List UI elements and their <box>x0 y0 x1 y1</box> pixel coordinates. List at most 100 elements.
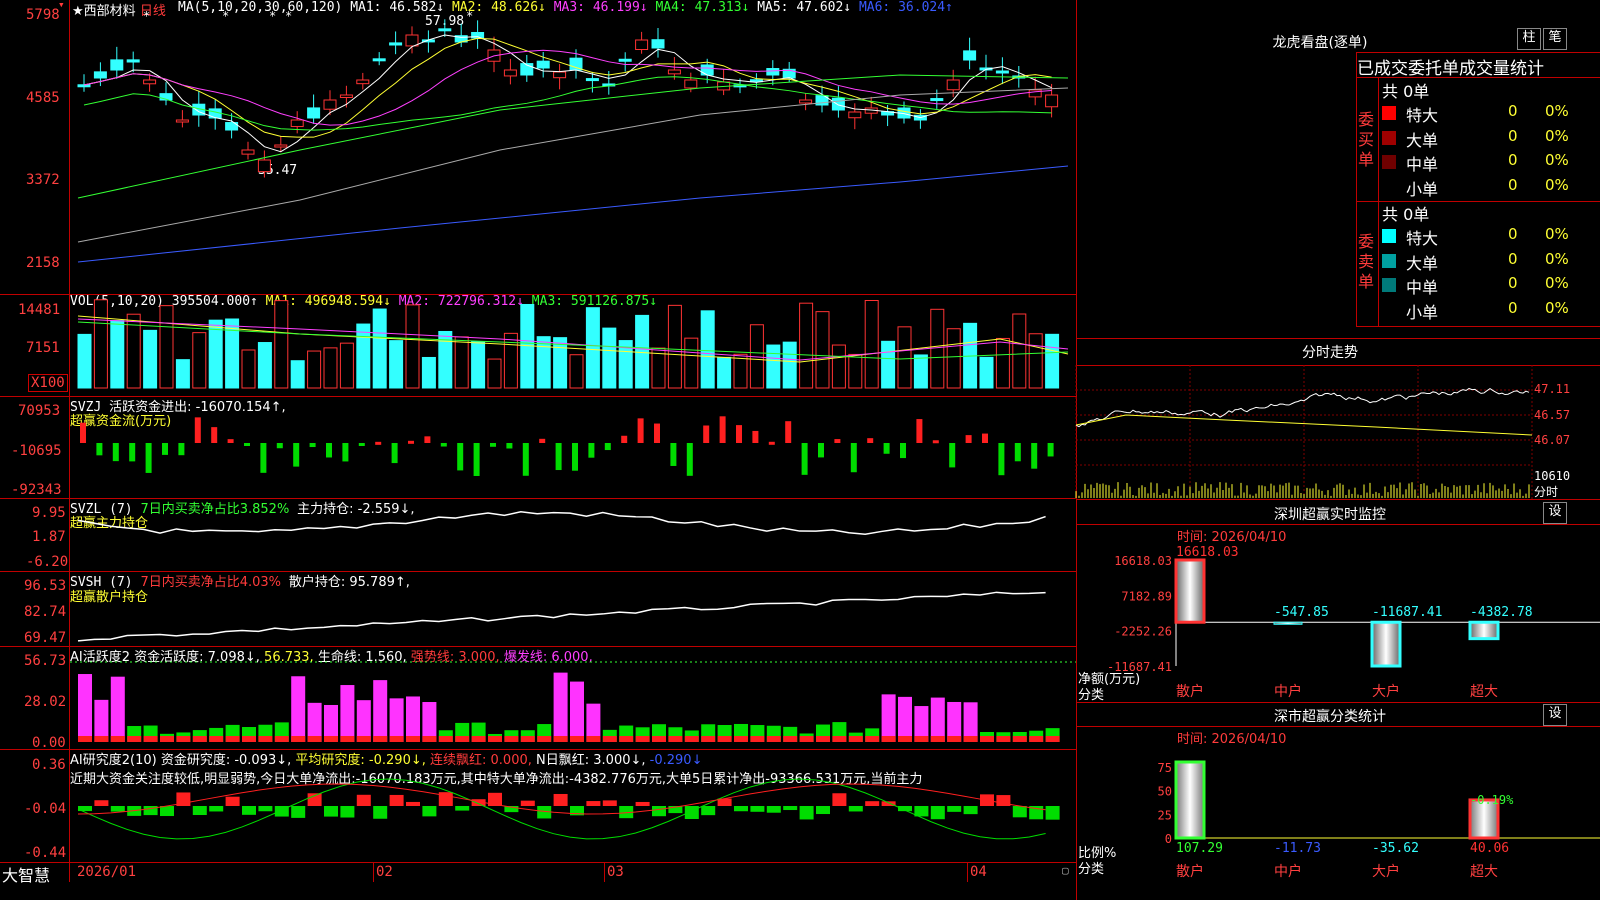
research-bar <box>438 792 453 806</box>
buy-row-pct: 0% <box>1545 102 1569 120</box>
flow-bar <box>96 443 103 456</box>
activity-bar <box>78 674 92 742</box>
sz-stats-category: 超大 <box>1470 864 1498 880</box>
sz-monitor-bar <box>1468 620 1500 641</box>
sz-monitor-bar <box>1174 558 1206 624</box>
flow-bar <box>818 443 824 458</box>
volume-bar <box>831 344 846 389</box>
intraday-axis-1: 47.11 <box>1534 382 1571 396</box>
flow-bar <box>424 436 431 443</box>
activity-base <box>930 736 945 742</box>
volume-bar <box>553 337 568 389</box>
flow-bar <box>506 443 513 449</box>
flow-bar <box>490 443 496 447</box>
candle-body <box>553 71 567 79</box>
flow-bar <box>129 443 136 462</box>
activity-base <box>307 736 322 742</box>
footer-brand: 大智慧 <box>2 866 51 885</box>
candle-body <box>848 111 862 119</box>
activity-base <box>209 736 224 742</box>
volume-bar <box>175 359 190 389</box>
intraday-price-line <box>1075 387 1530 428</box>
buy-row-num: 0 <box>1508 151 1518 169</box>
flow-bar <box>1031 443 1038 469</box>
activity-bar <box>291 676 306 742</box>
research-bar <box>701 806 716 816</box>
fund-flow-chart <box>80 416 1054 476</box>
flow-bar <box>408 440 414 444</box>
tick-mode-button[interactable]: 笔 <box>1543 28 1567 50</box>
candle-body <box>946 79 960 91</box>
activity-base <box>438 736 453 742</box>
candle-body <box>536 60 550 69</box>
intraday-vol-axis: 10610 <box>1534 469 1571 483</box>
volume-bar <box>421 356 436 389</box>
candle-body <box>241 149 255 155</box>
volume-bar <box>159 305 174 389</box>
activity-bar <box>406 696 420 742</box>
activity-base <box>783 736 798 742</box>
ma5-line <box>77 87 1069 243</box>
activity-bar <box>356 700 371 742</box>
intraday-axis-2: 46.57 <box>1534 408 1571 422</box>
ai-activity-chart <box>70 661 1076 742</box>
flow-bar <box>703 425 710 443</box>
sz-monitor-value: -547.85 <box>1274 605 1329 620</box>
sz-monitor-settings-button[interactable]: 设 <box>1543 502 1567 524</box>
activity-base <box>553 736 568 742</box>
research-bar <box>455 806 470 811</box>
research-bar <box>734 806 748 812</box>
research-bar <box>373 806 388 819</box>
candlestick-chart[interactable]: * * * * * <box>0 0 1076 294</box>
sz-stats-bar <box>1174 760 1206 840</box>
flow-bar <box>293 443 300 467</box>
volume-bar <box>602 327 617 389</box>
activity-base <box>570 736 584 742</box>
bar-mode-button[interactable]: 柱 <box>1517 28 1541 50</box>
sz-monitor-value: -4382.78 <box>1470 605 1533 620</box>
flow-bar <box>194 417 201 443</box>
flow-bar <box>555 443 562 471</box>
buy-row-name: 小单 <box>1406 179 1439 199</box>
candle-body <box>618 58 632 62</box>
candle-body <box>339 94 353 98</box>
flow-bar <box>1047 443 1054 457</box>
intraday-chart[interactable] <box>1075 365 1600 499</box>
flow-bar <box>260 443 267 473</box>
sz-stats-settings-button[interactable]: 设 <box>1543 704 1567 726</box>
activity-base <box>192 736 207 742</box>
sz-monitor-category: 中户 <box>1274 683 1302 700</box>
sell-row-name: 小单 <box>1406 302 1439 322</box>
activity-base <box>389 736 404 742</box>
candle-body <box>257 159 271 173</box>
activity-bar <box>340 685 355 742</box>
volume-bar <box>389 340 404 389</box>
volume-bar <box>503 332 518 389</box>
activity-base <box>865 736 880 742</box>
volume-bar <box>635 314 650 389</box>
star-marker: * <box>143 9 150 23</box>
candle-body <box>126 59 140 63</box>
date-axis-3: 03 <box>607 864 624 880</box>
buy-order-label: 委买单 <box>1358 110 1375 169</box>
flow-bar <box>900 443 906 459</box>
sell-row-pct: 0% <box>1545 249 1569 268</box>
activity-base <box>291 736 306 742</box>
sz-monitor-value: 16618.03 <box>1176 545 1239 560</box>
volume-bar <box>733 353 748 389</box>
flow-bar <box>883 443 890 454</box>
research-bar <box>766 806 781 813</box>
volume-bar <box>995 337 1010 389</box>
flow-bar <box>834 439 841 443</box>
lock-icon[interactable]: ▢ <box>1062 864 1069 877</box>
activity-base <box>717 736 732 742</box>
flow-bar <box>654 423 660 443</box>
activity-base <box>766 736 781 742</box>
activity-base <box>110 736 125 742</box>
activity-base <box>996 736 1011 742</box>
flow-bar <box>604 443 611 451</box>
flow-bar <box>440 443 447 447</box>
flow-bar <box>358 443 365 446</box>
candle-body <box>503 69 517 77</box>
flow-bar <box>686 443 693 476</box>
